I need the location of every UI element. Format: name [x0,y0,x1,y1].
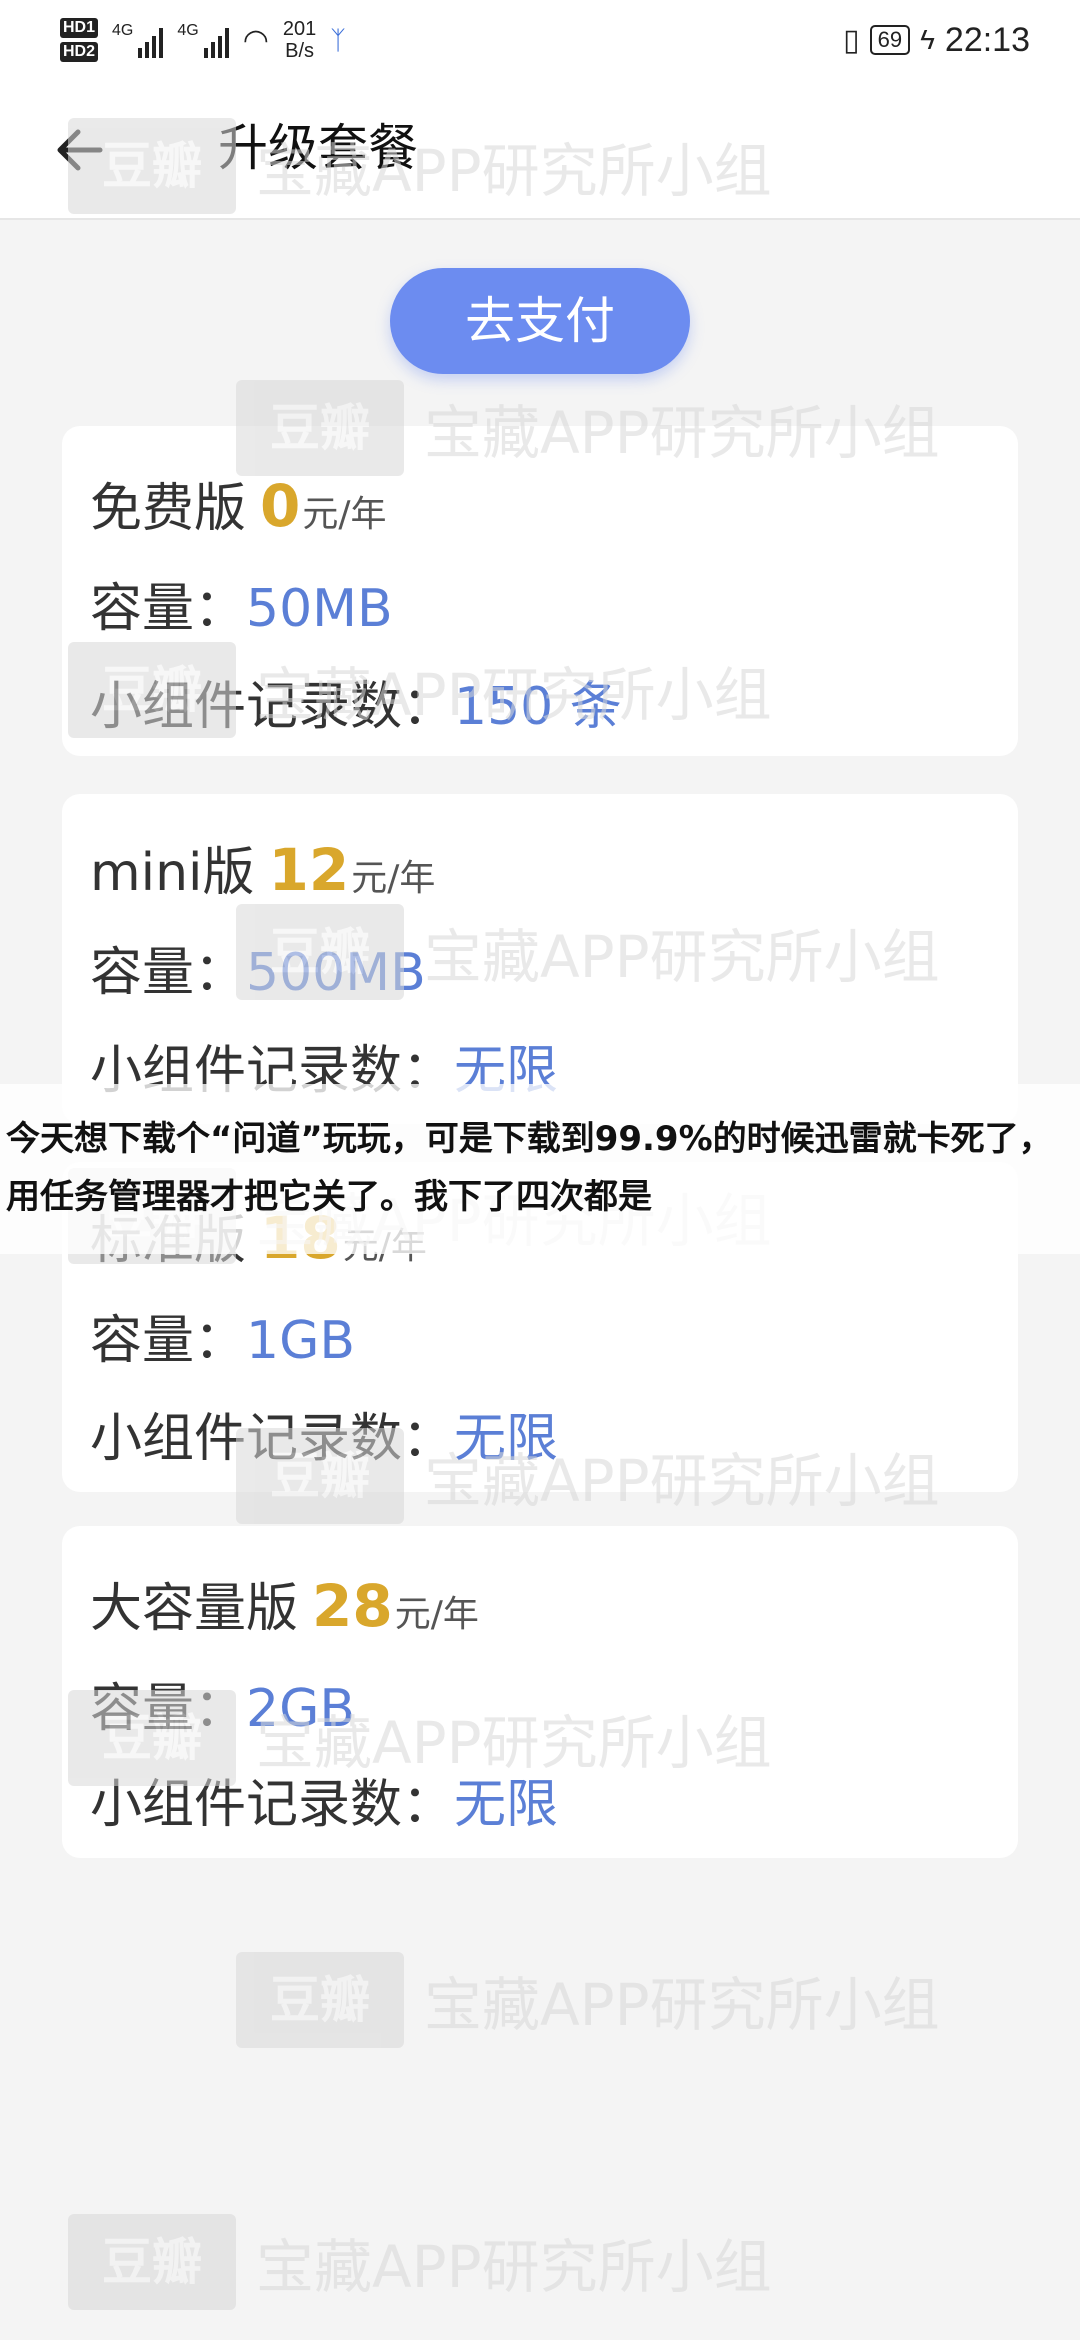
records-value: 150 条 [454,677,622,737]
plan-capacity: 容量： 1GB [90,1298,355,1373]
capacity-value: 50MB [246,579,393,639]
network-speed: 201 B/s [283,18,316,62]
hd2-label: HD2 [60,42,99,62]
capacity-label: 容量： [90,1311,247,1371]
battery-icon: 69 [869,25,911,55]
capacity-value: 2GB [246,1679,356,1739]
wifi-icon: ◠ [242,23,269,57]
plan-price: 12 [268,836,350,904]
plan-title: 免费版 0 元/年 [90,466,387,541]
records-label: 小组件记录数： [90,1409,455,1469]
network-speed-unit: B/s [285,40,315,62]
capacity-value: 1GB [246,1311,356,1371]
network-type-label-2: 4G [177,22,199,39]
hd1-label: HD1 [60,18,99,38]
capacity-label: 容量： [90,579,247,639]
capacity-label: 容量： [90,943,247,1003]
app-bar: 升级套餐 [0,80,1080,220]
plan-records: 小组件记录数： 150 条 [90,664,622,739]
app-notification-icon: ᛉ [330,24,346,55]
plan-name: 免费版 [90,479,247,539]
hd-icon: HD1 HD2 [60,18,99,62]
plan-price-unit: 元/年 [302,494,387,535]
watermark-text: 宝藏APP研究所小组 [424,1971,940,2039]
watermark: 豆瓣宝藏APP研究所小组 [68,2214,772,2310]
plan-card-free[interactable]: 免费版 0 元/年 容量： 50MB 小组件记录数： 150 条 [62,426,1018,756]
records-value: 无限 [454,1409,559,1469]
caption-text: 今天想下载个“问道”玩玩，可是下载到99.9%的时候迅雷就卡死了，用任务管理器才… [6,1119,1053,1217]
status-left: HD1 HD2 4G 4G ◠ 201 B/s ᛉ [60,10,346,70]
watermark-logo: 豆瓣 [236,1952,404,2048]
plan-name: 大容量版 [90,1579,299,1639]
plan-price-unit: 元/年 [351,858,436,899]
plan-records: 小组件记录数： 无限 [90,1396,558,1471]
clock: 22:13 [944,20,1030,59]
network-speed-value: 201 [282,18,317,40]
plan-price-unit: 元/年 [394,1594,479,1635]
plan-card-large[interactable]: 大容量版 28 元/年 容量： 2GB 小组件记录数： 无限 [62,1526,1018,1858]
records-label: 小组件记录数： [90,677,455,737]
watermark-text: 宝藏APP研究所小组 [256,2233,772,2301]
plan-records: 小组件记录数： 无限 [90,1762,558,1837]
records-label: 小组件记录数： [90,1775,455,1835]
network-type-label: 4G [112,22,134,39]
vibrate-icon: ▯ [843,23,860,57]
records-value: 无限 [454,1775,559,1835]
plan-price: 0 [260,472,301,540]
plan-title: 大容量版 28 元/年 [90,1566,479,1641]
plan-name: mini版 [90,843,255,903]
signal-icon: 4G [112,22,164,58]
plan-capacity: 容量： 2GB [90,1666,355,1741]
watermark-logo: 豆瓣 [68,2214,236,2310]
plan-card-mini[interactable]: mini版 12 元/年 容量： 500MB 小组件记录数： 无限 [62,794,1018,1124]
arrow-left-icon[interactable] [50,120,110,180]
page-title: 升级套餐 [218,119,418,177]
signal-icon-2: 4G [177,22,229,58]
charging-icon: ϟ [920,24,935,55]
plan-title: mini版 12 元/年 [90,830,435,905]
watermark: 豆瓣宝藏APP研究所小组 [236,1952,940,2048]
capacity-value: 500MB [246,943,426,1003]
plan-capacity: 容量： 50MB [90,566,393,641]
pay-button[interactable]: 去支付 [390,268,690,374]
plan-capacity: 容量： 500MB [90,930,426,1005]
capacity-label: 容量： [90,1679,247,1739]
plan-price: 28 [312,1572,393,1640]
status-bar: HD1 HD2 4G 4G ◠ 201 B/s ᛉ ▯ 69 ϟ 22:13 [0,0,1080,80]
status-right: ▯ 69 ϟ 22:13 [843,10,1030,70]
